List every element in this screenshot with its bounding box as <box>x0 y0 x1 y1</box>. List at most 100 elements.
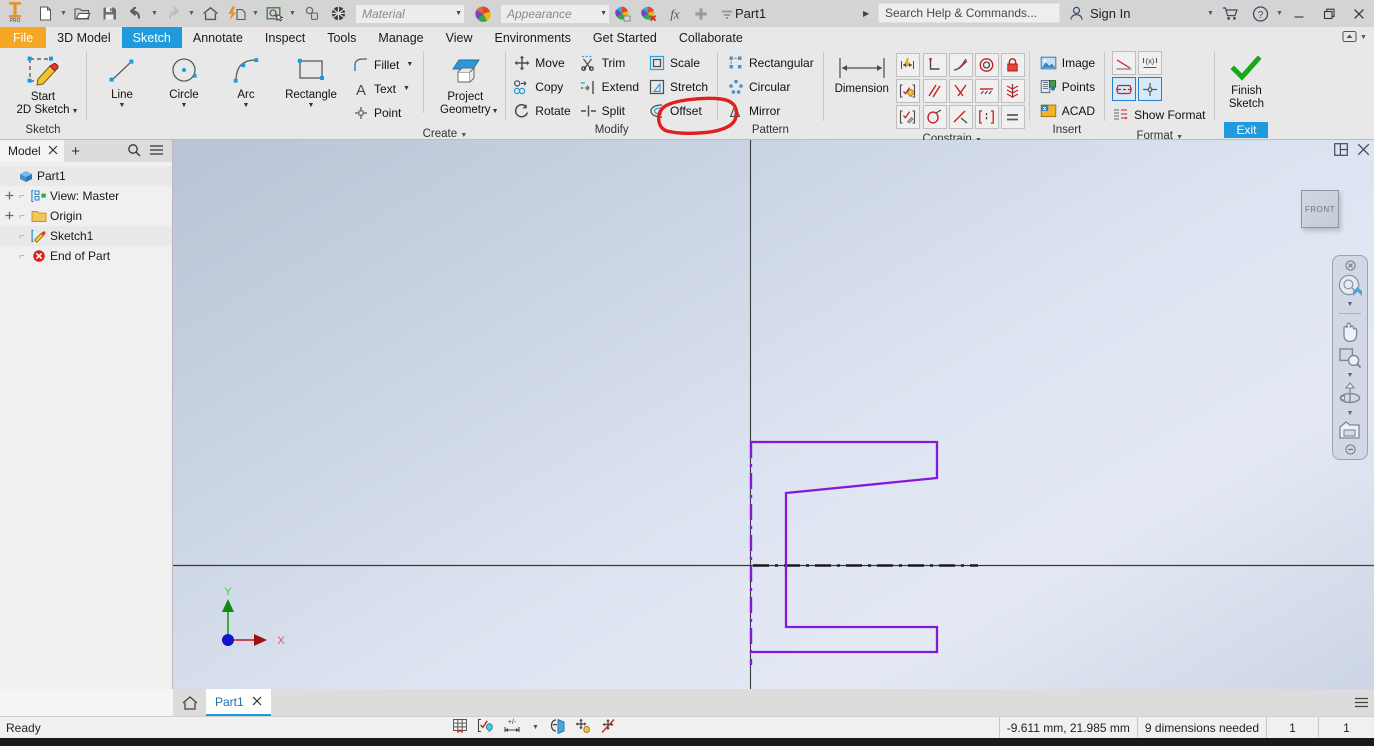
fix-constraint-button[interactable] <box>1000 53 1025 77</box>
text-dropdown-icon[interactable]: ▼ <box>403 85 410 92</box>
checker-sphere-button[interactable] <box>325 2 351 26</box>
ribbon-tab-file[interactable]: File <box>0 27 47 48</box>
split-button[interactable]: Split <box>577 99 644 122</box>
redo-button[interactable] <box>160 2 186 26</box>
offset-button[interactable]: Offset <box>645 99 713 122</box>
new-file-dropdown-icon[interactable]: ▼ <box>59 2 68 26</box>
ribbon-tab-annotate[interactable]: Annotate <box>182 27 254 48</box>
tangent-constraint-button[interactable] <box>948 53 973 77</box>
tree-item-origin[interactable]: ⌐ Origin <box>0 206 172 226</box>
driven-dimension-button[interactable]: (x) <box>1138 51 1163 75</box>
concentric-constraint-button[interactable] <box>974 53 999 77</box>
copy-button[interactable]: Copy <box>510 75 575 98</box>
tree-expander-plus[interactable] <box>4 191 14 202</box>
clear-appearance-button[interactable] <box>636 2 662 26</box>
finish-sketch-button[interactable]: Finish Sketch <box>1219 51 1273 111</box>
view-cube[interactable]: FRONT <box>1301 190 1339 228</box>
material-chevron-down-icon[interactable]: ▼ <box>455 10 462 17</box>
browser-add-tab-button[interactable]: + <box>64 143 88 160</box>
browser-search-icon[interactable] <box>127 143 141 160</box>
tree-expander-plus[interactable] <box>4 211 14 222</box>
restore-button[interactable] <box>1314 0 1344 27</box>
appearance-wheel-button[interactable] <box>470 2 496 26</box>
hide-all-degrees-of-freedom-icon[interactable] <box>599 718 617 737</box>
image-button[interactable]: Image <box>1037 51 1100 74</box>
dimension-button[interactable]: Dimension <box>828 51 896 96</box>
circle-button[interactable]: Circle ▼ <box>153 51 215 109</box>
ribbon-collapse-icon[interactable] <box>1342 30 1357 46</box>
sign-in-button[interactable]: Sign In <box>1068 0 1130 27</box>
start-2d-sketch-dropdown-icon[interactable]: ▼ <box>72 108 79 115</box>
steering-wheel-dropdown-icon[interactable]: ▼ <box>1347 301 1354 309</box>
smooth-constraint-button[interactable] <box>922 105 947 129</box>
browser-tab-model[interactable]: Model <box>0 140 64 162</box>
fillet-button[interactable]: Fillet ▼ <box>349 53 418 76</box>
ribbon-collapse-dropdown-icon[interactable]: ▼ <box>1359 26 1368 50</box>
fillet-dropdown-icon[interactable]: ▼ <box>406 61 413 68</box>
document-tabs-menu-icon[interactable] <box>1348 689 1374 716</box>
text-button[interactable]: A Text ▼ <box>349 77 418 100</box>
tree-item-part1[interactable]: Part1 <box>0 166 172 186</box>
show-all-dimensions-icon[interactable]: +/- <box>502 718 524 737</box>
acad-button[interactable]: ACAD <box>1037 99 1100 122</box>
home-button[interactable] <box>197 2 223 26</box>
new-file-button[interactable] <box>32 2 58 26</box>
snap-to-grid-icon[interactable] <box>452 718 470 737</box>
rectangle-button[interactable]: Rectangle ▼ <box>277 51 345 109</box>
steering-wheel-icon[interactable] <box>1335 273 1365 299</box>
minimize-button[interactable] <box>1284 0 1314 27</box>
extend-button[interactable]: Extend <box>577 75 644 98</box>
adjust-appearance-button[interactable] <box>610 2 636 26</box>
project-geometry-dropdown-icon[interactable]: ▼ <box>492 108 499 115</box>
start-2d-sketch-button[interactable]: Start 2D Sketch ▼ <box>4 51 82 117</box>
project-geometry-button[interactable]: Project Geometry ▼ <box>429 51 501 117</box>
rectangular-pattern-button[interactable]: Rectangular <box>724 51 819 74</box>
ribbon-tab-sketch[interactable]: Sketch <box>121 27 182 48</box>
auto-dimension-button[interactable] <box>895 53 920 77</box>
centerline-button[interactable] <box>1112 77 1137 101</box>
ribbon-tab-manage[interactable]: Manage <box>367 27 434 48</box>
select-button[interactable] <box>261 2 287 26</box>
add-command-button[interactable] <box>688 2 714 26</box>
parameters-fx-button[interactable]: fx <box>662 2 688 26</box>
trim-button[interactable]: Trim <box>577 51 644 74</box>
open-file-button[interactable] <box>69 2 95 26</box>
home-tab-button[interactable] <box>173 689 206 716</box>
circle-dropdown-icon[interactable]: ▼ <box>181 102 188 109</box>
ribbon-tab-3d-model[interactable]: 3D Model <box>46 27 122 48</box>
construction-line-button[interactable] <box>1112 51 1137 75</box>
circular-pattern-button[interactable]: Circular <box>724 75 819 98</box>
select-dropdown-icon[interactable]: ▼ <box>288 2 297 26</box>
orbit-icon[interactable] <box>1335 382 1365 408</box>
move-button[interactable]: Move <box>510 51 575 74</box>
create-panel-dropdown-icon[interactable]: ▼ <box>460 132 467 139</box>
line-button[interactable]: Line ▼ <box>91 51 153 109</box>
collinear-constraint-button[interactable] <box>974 79 999 103</box>
show-all-constraints-icon[interactable] <box>477 718 495 737</box>
browser-tab-close-icon[interactable] <box>48 144 58 158</box>
dimensions-dropdown-icon[interactable]: ▼ <box>531 716 540 740</box>
rotate-button[interactable]: Rotate <box>510 99 575 122</box>
points-button[interactable]: Points <box>1037 75 1100 98</box>
orbit-dropdown-icon[interactable]: ▼ <box>1347 410 1354 418</box>
look-at-camera-icon[interactable] <box>1335 420 1365 442</box>
help-dropdown-icon[interactable]: ▼ <box>1275 2 1284 26</box>
appearance-combo[interactable]: Appearance ▼ <box>500 3 610 24</box>
material-combo[interactable]: Material ▼ <box>355 3 465 24</box>
center-point-button[interactable] <box>1138 77 1163 101</box>
ribbon-tab-environments[interactable]: Environments <box>483 27 581 48</box>
undo-dropdown-icon[interactable]: ▼ <box>150 2 159 26</box>
tree-item-sketch1[interactable]: ⌐ Sketch1 <box>0 226 172 246</box>
close-button[interactable] <box>1344 0 1374 27</box>
perpendicular-constraint-button[interactable] <box>922 53 947 77</box>
ribbon-tab-tools[interactable]: Tools <box>316 27 367 48</box>
stretch-button[interactable]: Stretch <box>645 75 713 98</box>
update-dropdown-icon[interactable]: ▼ <box>251 2 260 26</box>
coincident-constraint-button[interactable] <box>948 79 973 103</box>
ribbon-tab-view[interactable]: View <box>435 27 484 48</box>
navbar-minimize-icon[interactable] <box>1335 444 1365 455</box>
horizontal-constraint-button[interactable] <box>948 105 973 129</box>
browser-menu-icon[interactable] <box>149 143 164 160</box>
ribbon-tab-collaborate[interactable]: Collaborate <box>668 27 754 48</box>
save-button[interactable] <box>96 2 122 26</box>
